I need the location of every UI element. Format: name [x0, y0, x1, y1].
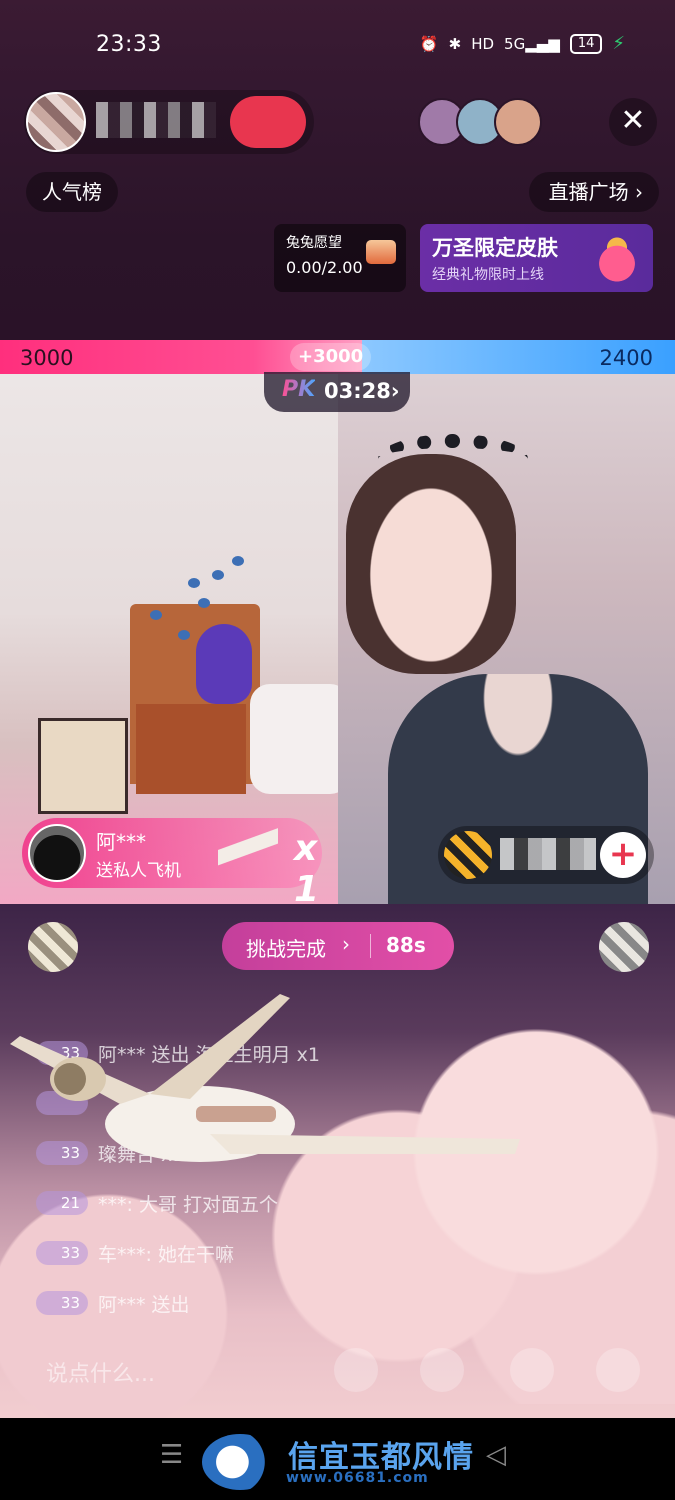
- viewer-avatars[interactable]: [418, 98, 542, 146]
- challenge-label: 挑战完成: [246, 937, 326, 961]
- gift-box-icon: [366, 240, 396, 264]
- popularity-rank-button[interactable]: 人气榜: [26, 172, 118, 212]
- butterfly-decoration: [188, 578, 200, 588]
- car-gift-icon: [589, 236, 645, 282]
- pk-logo: PK: [282, 377, 316, 402]
- follow-button[interactable]: [230, 96, 306, 148]
- watermark-url: www.06681.com: [286, 1470, 429, 1486]
- gift-notification: 阿*** 送私人飞机 x 1: [22, 818, 322, 904]
- right-team-avatar[interactable]: [599, 922, 649, 972]
- halloween-promo-card[interactable]: 万圣限定皮肤 经典礼物限时上线: [420, 224, 653, 292]
- chat-message[interactable]: 33 车***: 她在干嘛: [36, 1228, 596, 1278]
- level-badge: 33: [36, 1241, 88, 1265]
- pk-countdown-value: 03:28: [324, 379, 391, 403]
- chat-message[interactable]: 33 阿*** 送出: [36, 1278, 596, 1328]
- host-avatar[interactable]: [26, 92, 86, 152]
- clock: 23:33: [96, 32, 162, 57]
- follow-opponent-button[interactable]: +: [600, 832, 646, 878]
- butterfly-decoration: [150, 610, 162, 620]
- headband: [378, 434, 528, 484]
- jet-window: [196, 1106, 276, 1122]
- status-bar: 23:33 ⏰ ✱ HD 5G▂▄▆ 14 ⚡: [0, 0, 675, 88]
- chevron-right-icon: ›: [635, 180, 643, 204]
- gift-icon[interactable]: [510, 1348, 554, 1392]
- butterfly-decoration: [178, 630, 190, 640]
- charging-icon: ⚡: [612, 33, 625, 54]
- viewer-avatar[interactable]: [494, 98, 542, 146]
- pk-countdown: 03:28›: [324, 379, 400, 403]
- chevron-right-icon: ›: [342, 932, 350, 956]
- sender-avatar: [28, 824, 86, 882]
- emoji-icon[interactable]: [334, 1348, 378, 1392]
- pillow: [250, 684, 338, 794]
- challenge-seconds: 88s: [386, 933, 426, 957]
- hd-icon: HD: [471, 34, 495, 53]
- pk-score-bar: 3000 +3000 2400: [0, 340, 675, 374]
- challenge-complete-pill[interactable]: 挑战完成 › 88s: [222, 922, 454, 970]
- butterfly-decoration: [212, 570, 224, 580]
- chevron-right-icon: ›: [390, 379, 400, 403]
- pk-timer[interactable]: PK 03:28›: [264, 372, 410, 412]
- streamer-figure: [346, 454, 516, 674]
- host-video-left[interactable]: 阿*** 送私人飞机 x 1: [0, 374, 338, 904]
- live-header: ✕ 人气榜 直播广场 › 兔兔愿望 0.00/2.00 万圣限定皮肤 经典礼物限…: [0, 88, 675, 340]
- gift-count: x 1: [294, 828, 320, 904]
- pk-score-delta: +3000: [290, 343, 372, 371]
- plush-toy: [196, 624, 252, 704]
- butterfly-decoration: [198, 598, 210, 608]
- butterfly-decoration: [232, 556, 244, 566]
- system-nav-bar: ☰ 信宜玉都风情 www.06681.com ◁: [0, 1418, 675, 1500]
- wall-picture: [38, 718, 128, 814]
- comment-input[interactable]: 说点什么...: [46, 1356, 155, 1388]
- watermark-logo-icon: [202, 1434, 278, 1490]
- gift-action: 送私人飞机: [96, 861, 181, 881]
- opponent-name-mosaic: [500, 838, 596, 870]
- chat-text: 车***: 她在干嘛: [98, 1243, 234, 1266]
- chat-area: 挑战完成 › 88s 33 阿*** 送出 海上生明月 x1 33 璨舞台 x1…: [0, 904, 675, 1418]
- live-plaza-button[interactable]: 直播广场 ›: [528, 172, 659, 212]
- signal-icon: 5G▂▄▆: [504, 34, 560, 53]
- close-button[interactable]: ✕: [609, 98, 657, 146]
- pk-left-score: 3000: [20, 346, 74, 370]
- pk-right-score: 2400: [599, 346, 653, 370]
- network-type: 5G: [504, 34, 526, 53]
- host-name-mosaic: [96, 102, 216, 138]
- back-icon[interactable]: ◁: [486, 1440, 506, 1470]
- bottom-toolbar: 说点什么...: [0, 1340, 675, 1400]
- status-icons: ⏰ ✱ HD 5G▂▄▆ 14 ⚡: [420, 33, 625, 54]
- live-plaza-label: 直播广场: [548, 180, 629, 204]
- private-jet-animation: [10, 994, 520, 1162]
- chat-text: 阿*** 送出: [98, 1293, 190, 1316]
- menu-icon[interactable]: ☰: [160, 1440, 183, 1470]
- popularity-rank-label: 人气榜: [42, 180, 102, 204]
- divider: [370, 934, 371, 958]
- level-badge: 33: [36, 1291, 88, 1315]
- private-jet-gift-icon: [218, 828, 278, 868]
- opponent-info-pill[interactable]: +: [438, 826, 654, 884]
- wish-card[interactable]: 兔兔愿望 0.00/2.00: [274, 224, 406, 292]
- jet-wing: [210, 1134, 520, 1154]
- share-icon[interactable]: [596, 1348, 640, 1392]
- nightstand: [136, 704, 246, 794]
- jet-wing-top: [150, 994, 290, 1099]
- game-icon[interactable]: [420, 1348, 464, 1392]
- left-team-avatar[interactable]: [28, 922, 78, 972]
- battery-icon: 14: [569, 33, 603, 54]
- jet-engine-intake: [54, 1063, 86, 1095]
- alarm-icon: ⏰: [419, 34, 439, 53]
- opponent-avatar[interactable]: [444, 831, 492, 879]
- opponent-video-right[interactable]: +: [338, 374, 675, 904]
- sender-name: 阿***: [96, 830, 146, 854]
- bluetooth-icon: ✱: [448, 34, 462, 53]
